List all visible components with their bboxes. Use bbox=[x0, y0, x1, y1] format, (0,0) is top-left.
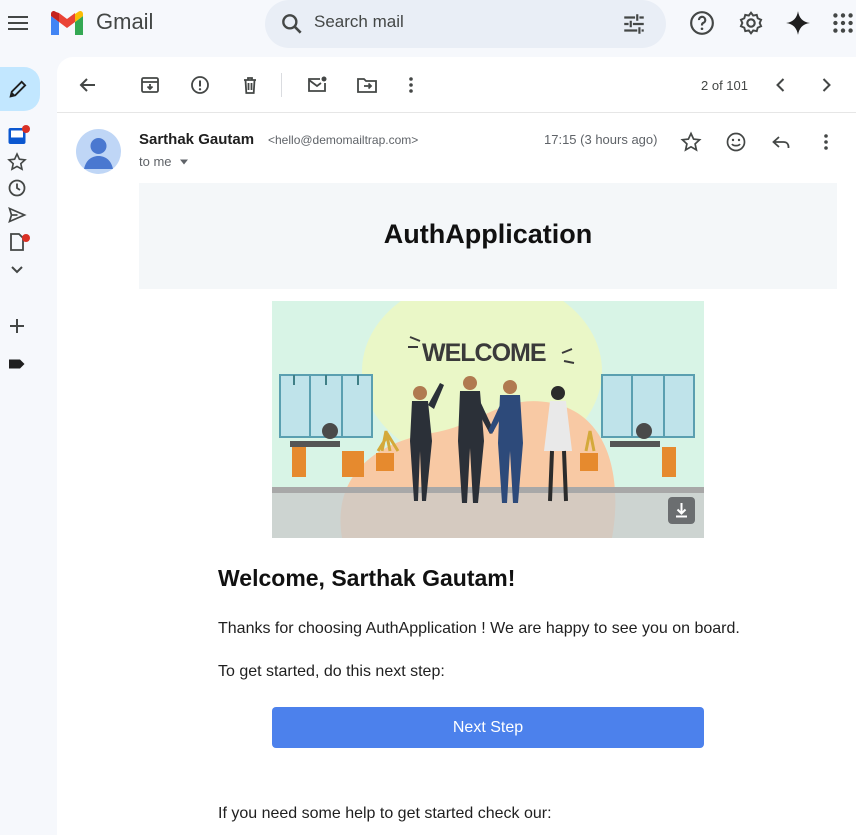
avatar[interactable] bbox=[76, 129, 121, 174]
next-step-button[interactable]: Next Step bbox=[272, 707, 704, 748]
hero-caption: WELCOME bbox=[422, 339, 547, 367]
star-icon[interactable] bbox=[680, 131, 702, 153]
emoji-icon[interactable] bbox=[725, 131, 747, 153]
welcome-illustration bbox=[272, 301, 704, 538]
label-icon[interactable] bbox=[7, 354, 27, 374]
back-arrow-icon[interactable] bbox=[77, 74, 99, 96]
pagination-count: 2 of 101 bbox=[701, 78, 748, 93]
compose-pencil-icon bbox=[9, 80, 27, 98]
menu-icon[interactable] bbox=[6, 11, 30, 35]
help-icon[interactable] bbox=[689, 10, 715, 36]
recipient-label: to me bbox=[139, 154, 172, 169]
toolbar-divider bbox=[281, 73, 282, 97]
search-icon[interactable] bbox=[279, 11, 305, 37]
message-panel: 2 of 101 Sarthak Gautam <hello@demomailt… bbox=[57, 57, 856, 835]
clock-icon[interactable] bbox=[7, 178, 27, 198]
report-spam-icon[interactable] bbox=[189, 74, 211, 96]
get-started-paragraph: To get started, do this next step: bbox=[218, 663, 445, 680]
compose-button[interactable] bbox=[0, 67, 40, 111]
download-icon bbox=[676, 503, 687, 518]
star-icon[interactable] bbox=[7, 152, 27, 172]
settings-icon[interactable] bbox=[738, 10, 764, 36]
toolbar-divider-line bbox=[57, 112, 856, 113]
gmail-logo[interactable] bbox=[48, 8, 86, 38]
search-bar[interactable]: Search mail bbox=[265, 0, 666, 48]
sender-email: <hello@demomailtrap.com> bbox=[268, 133, 419, 147]
message-timestamp: 17:15 (3 hours ago) bbox=[544, 132, 658, 147]
chevron-down-icon[interactable] bbox=[7, 259, 27, 279]
inbox-unread-dot bbox=[22, 125, 30, 133]
help-paragraph: If you need some help to get started che… bbox=[218, 805, 552, 822]
chevron-right-icon[interactable] bbox=[815, 74, 837, 96]
plus-icon[interactable] bbox=[7, 316, 27, 336]
top-bar: Gmail Search mail bbox=[0, 0, 856, 48]
archive-icon[interactable] bbox=[139, 74, 161, 96]
chevron-left-icon[interactable] bbox=[770, 74, 792, 96]
welcome-hero-image[interactable]: WELCOME bbox=[272, 301, 704, 538]
sender-name[interactable]: Sarthak Gautam bbox=[139, 131, 254, 148]
send-icon[interactable] bbox=[7, 205, 27, 225]
tune-icon[interactable] bbox=[621, 11, 647, 37]
thanks-paragraph: Thanks for choosing AuthApplication ! We… bbox=[218, 620, 740, 637]
apps-icon[interactable] bbox=[830, 10, 856, 36]
mark-unread-icon[interactable] bbox=[306, 74, 328, 96]
reply-icon[interactable] bbox=[770, 131, 792, 153]
more-vert-icon[interactable] bbox=[400, 74, 422, 96]
more-vert-icon[interactable] bbox=[815, 131, 837, 153]
search-input[interactable]: Search mail bbox=[314, 12, 404, 32]
move-to-icon[interactable] bbox=[356, 74, 378, 96]
delete-icon[interactable] bbox=[239, 74, 261, 96]
avatar-person-icon bbox=[84, 138, 113, 169]
gemini-icon[interactable] bbox=[785, 10, 811, 36]
greeting-heading: Welcome, Sarthak Gautam! bbox=[218, 565, 516, 591]
email-banner: AuthApplication bbox=[139, 183, 837, 289]
drafts-unread-dot bbox=[22, 234, 30, 242]
details-caret-icon[interactable] bbox=[179, 158, 189, 166]
download-image-button[interactable] bbox=[668, 497, 695, 524]
app-brand: Gmail bbox=[96, 9, 154, 34]
banner-title: AuthApplication bbox=[383, 219, 593, 249]
